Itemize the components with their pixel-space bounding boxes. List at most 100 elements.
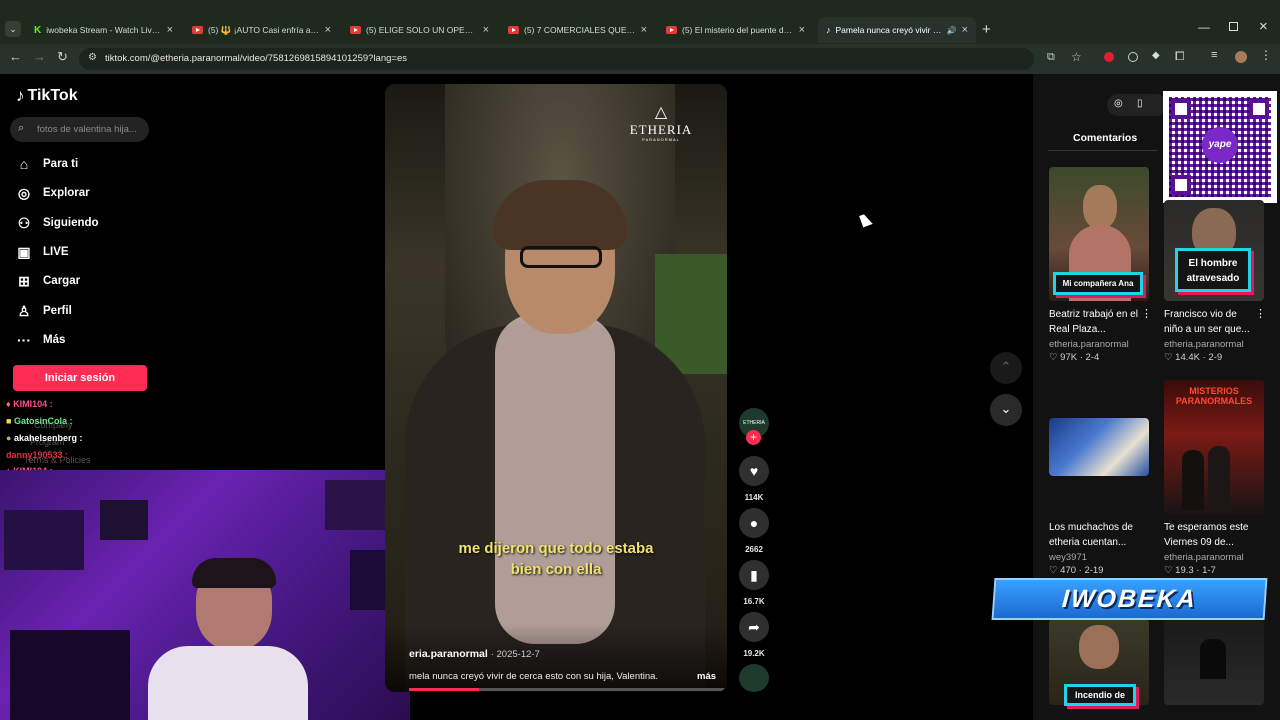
sidebar-item-mas[interactable]: ··· Más [16,329,65,351]
next-video-button[interactable]: ⌄ [990,394,1022,426]
extension-icon[interactable] [1128,52,1138,62]
iwobeka-banner-text: IWOBEKA [1061,584,1198,613]
url-text: tiktok.com/@etheria.paranormal/video/758… [105,53,407,64]
related-video-stats: ♡ 470 · 2-19 [1049,565,1104,576]
youtube-icon [666,26,677,34]
url-field[interactable]: ⚙ tiktok.com/@etheria.paranormal/video/7… [79,48,1082,70]
wall-poster [325,480,385,530]
video-player[interactable]: △ ETHERIA PARANORMAL me dijeron que todo… [385,84,727,692]
prev-video-button[interactable]: ⌃ [990,352,1022,384]
sidebar-item-cargar[interactable]: ⊞ Cargar [16,270,80,292]
music-disc[interactable] [739,664,769,692]
profile-avatar[interactable] [1235,51,1247,63]
close-icon[interactable]: × [962,24,968,36]
related-video-user[interactable]: etheria.paranormal [1049,339,1129,350]
tiktok-logo[interactable]: ♪ TikTok [16,86,78,106]
restore-button[interactable] [1229,22,1238,31]
video-brand-sub: PARANORMAL [642,137,680,142]
tab-youtube-2[interactable]: (5) ELIGE SOLO UN OPENING D × [342,17,497,43]
related-video-user[interactable]: etheria.paranormal [1164,339,1244,350]
tab-tiktok-active[interactable]: ♪ Pamela nunca creyó vivir de 🔊 × [818,17,976,43]
video-author[interactable]: eria.paranormal [409,648,488,660]
badge-icon: ● [6,433,12,443]
phone-icon[interactable]: ▯ [1137,98,1143,109]
author-row[interactable]: eria.paranormal · 2025-12-7 [409,648,540,660]
star-icon[interactable]: ☆ [1071,50,1082,64]
tab-title: (5) El misterio del puente dond [682,25,794,35]
saves-count: 16.7K [743,597,765,606]
forward-icon[interactable]: → [33,49,46,64]
minimize-button[interactable]: — [1198,20,1210,34]
webcam-overlay [0,470,410,720]
related-video-title[interactable]: Te esperamos este Viernes 09 de... [1164,520,1256,550]
thumb-tag: Incendio de [1064,684,1136,706]
comments-count: 2662 [745,545,763,554]
tab-underline [1048,150,1158,151]
sidebar-item-siguiendo[interactable]: ⚇ Siguiendo [16,212,99,234]
more-options-icon[interactable]: ⋮ [1255,307,1266,320]
tab-iwobeka-stream[interactable]: K iwobeka Stream - Watch Live o × [26,17,181,43]
compass-icon[interactable]: ◎ [1114,98,1123,109]
sidebar-item-perfil[interactable]: ♙ Perfil [16,300,72,322]
live-icon: ▣ [17,243,31,260]
video-date: · 2025-12-7 [490,649,540,660]
related-video-stats: ♡ 14.4K · 2-9 [1164,352,1223,363]
close-icon[interactable]: × [641,24,647,36]
extension-icon[interactable] [1104,52,1114,62]
tab-search-button[interactable]: ⌄ [5,21,21,37]
speaker-icon[interactable]: 🔊 [947,26,957,35]
comment-button[interactable]: ● [739,508,769,538]
related-video-thumb[interactable] [1164,619,1264,705]
iwobeka-banner: IWOBEKA [991,578,1268,620]
more-options-icon[interactable]: ⋮ [1141,307,1152,320]
save-button[interactable]: ▮ [739,560,769,590]
sidebar-item-explorar[interactable]: ◎ Explorar [16,182,90,204]
youtube-icon [508,26,519,34]
extension-icon[interactable]: ◆ [1152,50,1160,61]
close-icon[interactable]: × [167,24,173,36]
search-input[interactable]: ⌕ fotos de valentina hija... [10,117,149,142]
sidebar-item-para-ti[interactable]: ⌂ Para ti [16,153,78,175]
tab-youtube-1[interactable]: (5) 🔱 ¡AUTO Casi enfría a FEK × [184,17,339,43]
following-icon: ⚇ [17,214,31,231]
streamer-hair [192,558,276,588]
site-info-icon[interactable]: ⚙ [88,52,97,63]
related-video-title[interactable]: Beatriz trabajó en el Real Plaza... [1049,307,1141,337]
mouse-cursor [859,212,873,228]
profile-icon: ♙ [17,302,31,319]
new-tab-button[interactable]: + [982,21,991,38]
back-icon[interactable]: ← [9,49,22,64]
related-video-thumb[interactable] [1049,418,1149,476]
tab-youtube-3[interactable]: (5) 7 COMERCIALES QUE SE PR × [500,17,655,43]
related-video-user[interactable]: etheria.paranormal [1164,552,1244,563]
follow-plus-button[interactable]: + [746,430,761,445]
home-icon: ⌂ [19,156,29,172]
tab-title: (5) 🔱 ¡AUTO Casi enfría a FEK [208,24,320,35]
close-icon[interactable]: × [325,24,331,36]
likes-count: 114K [744,493,764,502]
like-button[interactable]: ♥ [739,456,769,486]
reload-icon[interactable]: ↻ [57,49,68,65]
extensions-puzzle-icon[interactable]: ⧠ [1175,49,1185,64]
related-video-thumb[interactable]: MISTERIOS PARANORMALES [1164,380,1264,514]
tiktok-icon: ♪ [826,25,831,35]
streamer-shirt [148,646,308,720]
tab-comentarios[interactable]: Comentarios [1073,132,1137,144]
related-video-title[interactable]: Los muchachos de etheria cuentan... [1049,520,1141,550]
related-video-user[interactable]: wey3971 [1049,552,1087,563]
media-control-icon[interactable]: ≡ [1211,49,1217,61]
related-video-title[interactable]: Francisco vio de niño a un ser que... [1164,307,1256,337]
tab-youtube-4[interactable]: (5) El misterio del puente dond × [658,17,813,43]
sidebar-item-live[interactable]: ▣ LIVE [16,241,68,263]
share-button[interactable]: ➦ [739,612,769,642]
install-app-icon[interactable]: ⧉ [1047,51,1055,64]
close-window-button[interactable]: × [1259,18,1268,35]
login-button[interactable]: Iniciar sesión [13,365,147,391]
tab-title: iwobeka Stream - Watch Live o [46,25,162,35]
browser-menu-icon[interactable]: ⋮ [1260,48,1272,62]
caption-more-link[interactable]: más [697,671,716,682]
close-icon[interactable]: × [799,24,805,36]
close-icon[interactable]: × [483,24,489,36]
search-icon: ⌕ [18,122,25,134]
yape-logo-badge: yape [1202,127,1238,163]
